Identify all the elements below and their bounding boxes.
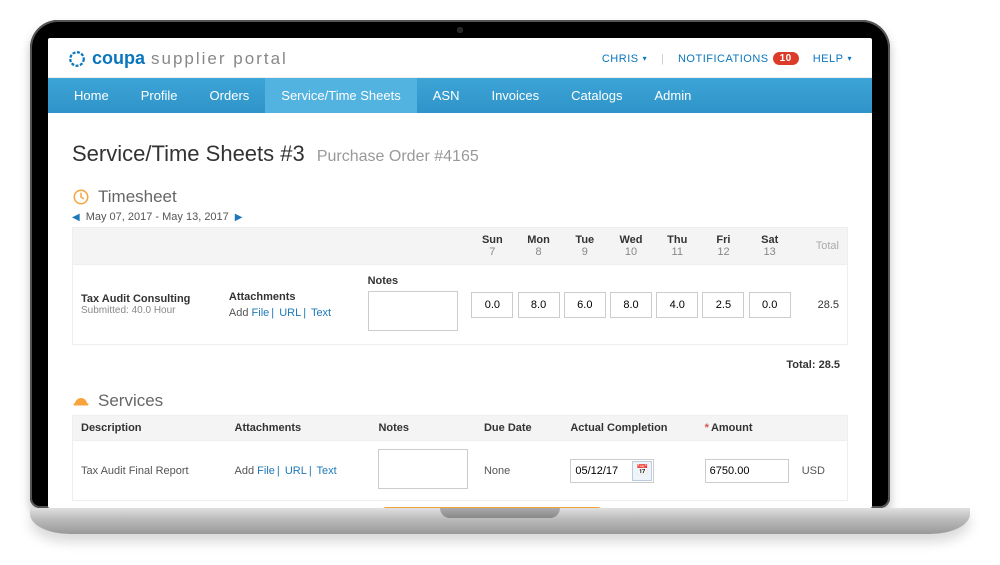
add-text-link[interactable]: Text [317, 465, 337, 477]
hours-input-fri[interactable] [702, 292, 744, 318]
hours-input-sat[interactable] [749, 292, 791, 318]
chevron-down-icon: ▾ [643, 54, 648, 63]
timesheet-grand-total: Total: 28.5 [72, 345, 848, 389]
hours-input-tue[interactable] [564, 292, 606, 318]
clock-icon [72, 188, 90, 206]
timesheet-row: Tax Audit Consulting Submitted: 40.0 Hou… [72, 265, 848, 345]
page-subtitle: Purchase Order #4165 [317, 148, 479, 165]
brand-name: coupa [92, 48, 145, 69]
timesheet-section-title: Timesheet [98, 187, 177, 207]
brand-logo: coupa supplier portal [68, 48, 288, 69]
notifications-link[interactable]: NOTIFICATIONS 10 [678, 52, 799, 65]
hours-input-mon[interactable] [518, 292, 560, 318]
hardhat-icon [72, 392, 90, 410]
nav-profile[interactable]: Profile [125, 78, 194, 113]
nav-home[interactable]: Home [58, 78, 125, 113]
notes-label: Notes [368, 275, 470, 287]
add-url-link[interactable]: URL [285, 465, 307, 477]
timesheet-item-submitted: Submitted: 40.0 Hour [81, 305, 229, 316]
add-url-link[interactable]: URL [279, 307, 301, 319]
services-row: Tax Audit Final Report Add File| URL| Te… [72, 441, 848, 501]
attachments-label: Attachments [229, 291, 368, 303]
attachments-add-label: Add [235, 465, 255, 477]
brand-sub: supplier portal [151, 49, 288, 69]
help-link[interactable]: HELP▾ [813, 53, 852, 65]
nav-catalogs[interactable]: Catalogs [555, 78, 638, 113]
hours-input-wed[interactable] [610, 292, 652, 318]
divider: | [661, 53, 664, 65]
currency-label: USD [802, 465, 825, 477]
nav-asn[interactable]: ASN [417, 78, 476, 113]
nav-invoices[interactable]: Invoices [475, 78, 555, 113]
total-column-header: Total [793, 240, 839, 252]
amount-input[interactable] [705, 459, 789, 483]
attachments-add-label: Add [229, 307, 249, 319]
timesheet-header-row: Sun7 Mon8 Tue9 Wed10 Thu11 Fri12 Sat13 T… [72, 227, 848, 265]
add-file-link[interactable]: File [257, 465, 275, 477]
topbar: coupa supplier portal CHRIS▾ | NOTIFICAT… [48, 38, 872, 78]
chevron-down-icon: ▾ [847, 54, 852, 63]
main-nav: Home Profile Orders Service/Time Sheets … [48, 78, 872, 113]
next-week-button[interactable]: ▶ [235, 212, 243, 223]
due-date-value: None [484, 465, 570, 477]
services-section-title: Services [98, 391, 163, 411]
row-total: 28.5 [793, 299, 839, 311]
add-file-link[interactable]: File [252, 307, 270, 319]
timesheet-item-name: Tax Audit Consulting [81, 293, 229, 305]
laptop-camera [457, 27, 463, 33]
services-header-row: Description Attachments Notes Due Date A… [72, 415, 848, 441]
notifications-badge: 10 [773, 52, 799, 65]
user-menu[interactable]: CHRIS▾ [602, 53, 647, 65]
hours-input-sun[interactable] [471, 292, 513, 318]
hours-input-thu[interactable] [656, 292, 698, 318]
nav-orders[interactable]: Orders [194, 78, 266, 113]
notes-input[interactable] [368, 291, 458, 331]
add-text-link[interactable]: Text [311, 307, 331, 319]
prev-week-button[interactable]: ◀ [72, 212, 80, 223]
nav-service-time-sheets[interactable]: Service/Time Sheets [265, 78, 416, 113]
service-description: Tax Audit Final Report [81, 465, 235, 477]
page-title: Service/Time Sheets #3 Purchase Order #4… [72, 141, 848, 167]
service-notes-input[interactable] [378, 449, 468, 489]
nav-admin[interactable]: Admin [638, 78, 707, 113]
date-range: May 07, 2017 - May 13, 2017 [86, 211, 229, 223]
calendar-icon[interactable]: 📅 [632, 461, 652, 481]
